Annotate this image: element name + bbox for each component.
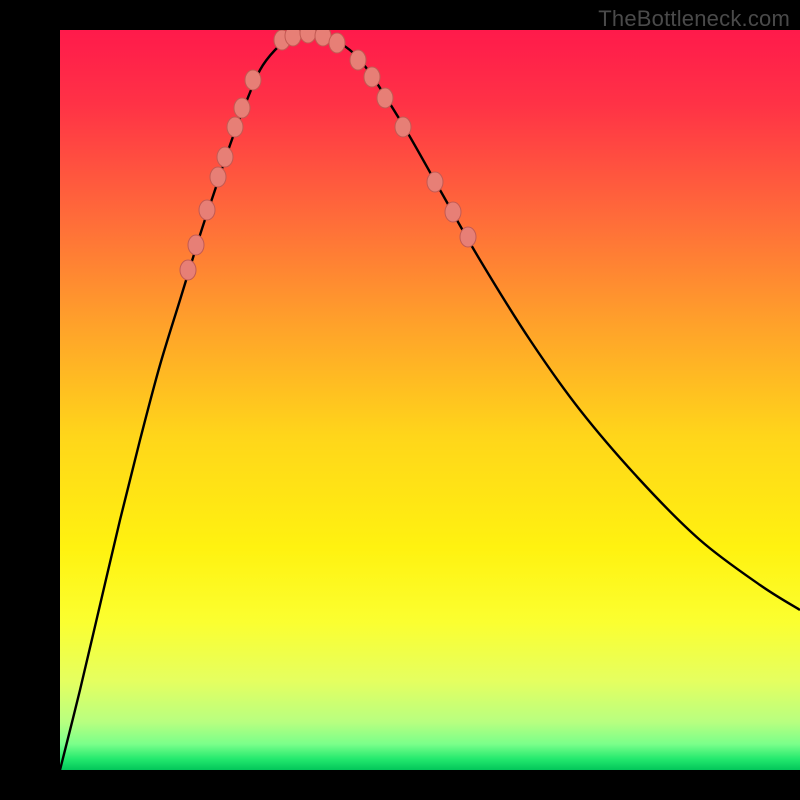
curve-marker — [199, 200, 215, 220]
curve-marker — [227, 117, 243, 137]
curve-marker — [210, 167, 226, 187]
curve-marker — [427, 172, 443, 192]
curve-marker — [460, 227, 476, 247]
curve-marker — [445, 202, 461, 222]
curve-marker — [329, 33, 345, 53]
curve-marker — [285, 30, 301, 46]
watermark-text: TheBottleneck.com — [598, 6, 790, 32]
curve-marker — [234, 98, 250, 118]
curve-marker — [350, 50, 366, 70]
curve-marker — [217, 147, 233, 167]
curve-marker — [245, 70, 261, 90]
curve-marker — [180, 260, 196, 280]
chart-plot-area — [60, 30, 800, 770]
curve-marker — [364, 67, 380, 87]
bottleneck-curve — [60, 30, 800, 770]
curve-marker — [188, 235, 204, 255]
curve-marker — [395, 117, 411, 137]
curve-marker — [377, 88, 393, 108]
curve-marker — [300, 30, 316, 43]
